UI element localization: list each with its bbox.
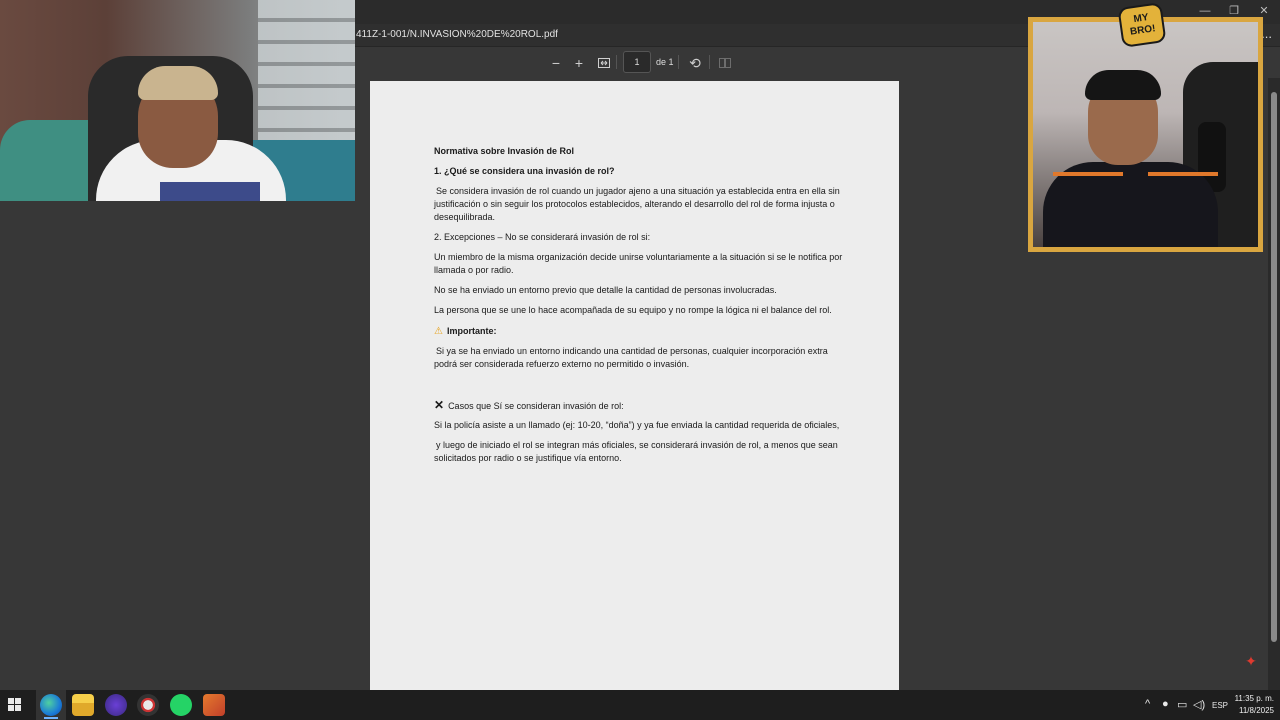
person-hair (138, 66, 218, 100)
scrollbar-thumb[interactable] (1271, 92, 1277, 642)
volume-icon[interactable]: ◁) (1193, 698, 1205, 711)
cases-heading: Casos que Sí se consideran invasión de r… (448, 401, 624, 411)
page-view-icon[interactable] (716, 55, 734, 71)
toolbar-divider (709, 55, 710, 69)
warning-icon: ⚠ (434, 326, 443, 337)
clock-date: 11/8/2025 (1239, 706, 1274, 715)
page-number-input[interactable] (623, 51, 651, 73)
shirt-print (160, 182, 260, 201)
system-clock[interactable]: 11:35 p. m. 11/8/2025 (1235, 693, 1274, 717)
clock-time: 11:35 p. m. (1234, 694, 1274, 703)
important-heading: ⚠ Importante: (434, 325, 844, 338)
rotate-icon[interactable]: ⟲ (686, 55, 704, 71)
game-app-icon[interactable] (203, 694, 225, 716)
restore-icon[interactable]: ❐ (1226, 4, 1242, 18)
stream-logo: MY BRO! (1117, 2, 1167, 48)
close-icon[interactable]: ✕ (1256, 4, 1272, 18)
fit-page-icon[interactable] (595, 55, 613, 71)
language-indicator[interactable]: ESP (1212, 701, 1228, 710)
cross-icon: ✕ (434, 398, 445, 412)
shirt-stripe (1053, 172, 1123, 176)
pdf-url[interactable]: 411Z-1-001/N.INVASION%20DE%20ROL.pdf (356, 29, 558, 40)
toolbar-divider (616, 55, 617, 69)
windows-start-icon[interactable] (8, 698, 22, 712)
webcam-overlay-right: MY BRO! (1028, 2, 1263, 252)
zoom-in-button[interactable]: + (570, 55, 588, 71)
exception-item: No se ha enviado un entorno previo que d… (434, 285, 777, 295)
obs-icon[interactable] (137, 694, 159, 716)
section-2-heading: 2. Excepciones – No se considerará invas… (434, 232, 651, 242)
exception-item: Un miembro de la misma organización deci… (434, 252, 843, 275)
webcam-feed (1033, 22, 1258, 247)
case-line: y luego de iniciado el rol se integran m… (434, 440, 838, 463)
cases-heading-row: ✕ Casos que Sí se consideran invasión de … (434, 399, 844, 413)
webcam-overlay-left (0, 0, 355, 201)
toolbar-divider (678, 55, 679, 69)
exception-item: La persona que se une lo hace acompañada… (434, 305, 832, 315)
discord-icon[interactable] (105, 694, 127, 716)
important-label: Importante: (446, 326, 497, 336)
pdf-page: Normativa sobre Invasión de Rol 1. ¿Qué … (370, 81, 899, 690)
vertical-scrollbar[interactable] (1268, 78, 1280, 690)
shirt-stripe (1148, 172, 1218, 176)
acrobat-icon[interactable]: ✦ (1242, 652, 1260, 670)
taskbar: ^ ● ▭ ◁) ESP 11:35 p. m. 11/8/2025 (0, 690, 1280, 720)
file-explorer-icon[interactable] (72, 694, 94, 716)
section-1-body: Se considera invasión de rol cuando un j… (434, 186, 840, 222)
chevron-up-icon[interactable]: ^ (1145, 698, 1150, 710)
edge-browser-icon[interactable] (40, 694, 62, 716)
network-icon[interactable]: ▭ (1177, 698, 1187, 711)
zoom-out-button[interactable]: − (547, 55, 565, 71)
person-hair (1085, 70, 1161, 100)
minimize-icon[interactable]: — (1197, 4, 1213, 18)
doc-title: Normativa sobre Invasión de Rol (434, 146, 575, 156)
microphone-icon[interactable]: ● (1162, 698, 1169, 710)
page-total: de 1 (656, 57, 674, 67)
case-line: Si la policía asiste a un llamado (ej: 1… (434, 420, 840, 430)
whatsapp-icon[interactable] (170, 694, 192, 716)
section-1-heading: 1. ¿Qué se considera una invasión de rol… (434, 166, 615, 176)
important-body: Si ya se ha enviado un entorno indicando… (434, 346, 828, 369)
